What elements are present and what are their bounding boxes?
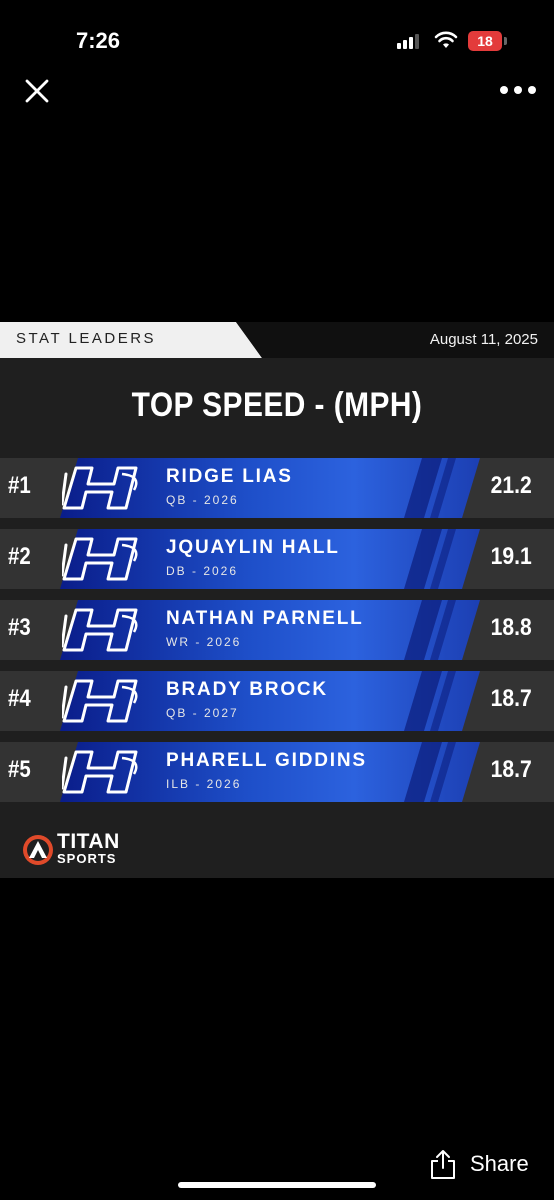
more-options-icon[interactable] xyxy=(498,80,538,100)
wifi-icon xyxy=(434,31,458,48)
leader-rank: #1 xyxy=(8,472,31,499)
leader-name: PHARELL GIDDINS xyxy=(166,750,367,771)
leader-row: #3 NATHAN PARNELL WR - 2026 18.8 xyxy=(0,600,554,660)
leader-detail: QB - 2026 xyxy=(166,493,239,507)
team-logo-icon xyxy=(62,537,138,581)
leader-row: #5 PHARELL GIDDINS ILB - 2026 18.7 xyxy=(0,742,554,802)
leader-row: #2 JQUAYLIN HALL DB - 2026 19.1 xyxy=(0,529,554,589)
leader-name: NATHAN PARNELL xyxy=(166,608,364,629)
stat-leaders-graphic: STAT LEADERS August 11, 2025 TOP SPEED -… xyxy=(0,322,554,878)
leader-rank: #3 xyxy=(8,614,31,641)
section-label: STAT LEADERS xyxy=(16,330,157,347)
leader-name: BRADY BROCK xyxy=(166,679,328,700)
team-logo-icon xyxy=(62,750,138,794)
share-label: Share xyxy=(470,1151,529,1176)
leader-row: #1 RIDGE LIAS QB - 2026 21.2 xyxy=(0,458,554,518)
battery-indicator: 18 xyxy=(468,31,502,51)
graphic-header: STAT LEADERS August 11, 2025 xyxy=(0,322,554,358)
titan-emblem-icon xyxy=(23,835,53,865)
leader-row: #4 BRADY BROCK QB - 2027 18.7 xyxy=(0,671,554,731)
graphic-date: August 11, 2025 xyxy=(429,331,538,348)
leader-value: 19.1 xyxy=(490,543,532,570)
team-logo-icon xyxy=(62,679,138,723)
graphic-title: TOP SPEED - (MPH) xyxy=(131,386,423,424)
share-button[interactable]: Share xyxy=(428,1146,538,1182)
cellular-signal-icon xyxy=(397,33,425,49)
status-bar: 7:26 18 xyxy=(0,0,554,80)
team-logo-icon xyxy=(62,466,138,510)
leader-rank: #4 xyxy=(8,685,31,712)
battery-tip xyxy=(504,37,507,45)
leader-rank: #2 xyxy=(8,543,31,570)
leader-detail: ILB - 2026 xyxy=(166,777,242,791)
brand-sub: SPORTS xyxy=(57,851,117,866)
leader-rank: #5 xyxy=(8,756,31,783)
close-icon[interactable] xyxy=(22,76,52,106)
leader-value: 18.8 xyxy=(490,614,532,641)
home-indicator[interactable] xyxy=(178,1182,376,1188)
status-time: 7:26 xyxy=(76,28,121,53)
team-logo-icon xyxy=(62,608,138,652)
leader-name: RIDGE LIAS xyxy=(166,466,293,487)
leader-detail: DB - 2026 xyxy=(166,564,239,578)
titan-sports-logo: TITAN SPORTS xyxy=(22,830,152,870)
leader-value: 21.2 xyxy=(490,472,532,499)
leader-value: 18.7 xyxy=(490,756,532,783)
leader-detail: QB - 2027 xyxy=(166,706,239,720)
leader-name: JQUAYLIN HALL xyxy=(166,537,340,558)
share-icon xyxy=(431,1150,455,1179)
leader-detail: WR - 2026 xyxy=(166,635,242,649)
leader-value: 18.7 xyxy=(490,685,532,712)
